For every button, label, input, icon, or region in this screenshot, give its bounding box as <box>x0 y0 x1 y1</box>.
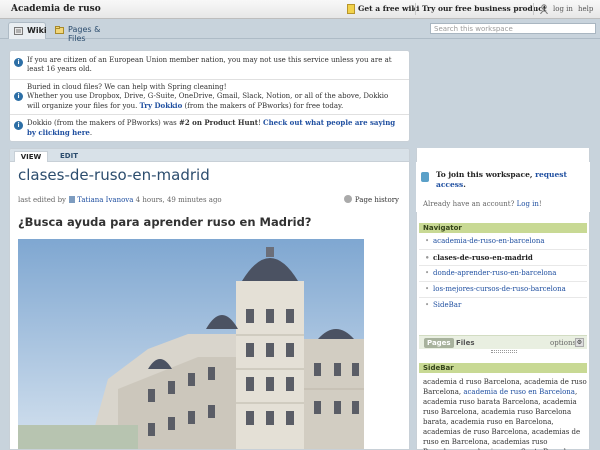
history-icon <box>343 195 352 203</box>
pages-files-bar: Pages Files options ⚙ <box>419 335 587 349</box>
last-edited-label: last edited by <box>18 196 67 204</box>
info-icon: i <box>14 121 23 130</box>
sidebar-text-part: , academia ruso barata Barcelona, academ… <box>423 388 581 450</box>
nav-item[interactable]: • SideBar <box>425 301 461 309</box>
nav-item[interactable]: • los-mejores-cursos-de-ruso-barcelona <box>425 285 566 293</box>
pages-toggle[interactable]: Pages <box>424 338 454 348</box>
join-icon <box>421 172 429 182</box>
tab-pages-files-label: Pages & Files <box>68 25 101 43</box>
join-pre: To join this workspace, <box>436 170 533 179</box>
wiki-tab-icon <box>14 27 23 35</box>
search-input[interactable]: Search this workspace <box>430 23 596 34</box>
notice-line: Buried in cloud files? We can help with … <box>27 83 227 91</box>
notice-line: Dokkio (from the makers of PBworks) was <box>27 119 177 127</box>
notice-text: Dokkio (from the makers of PBworks) was … <box>27 118 397 138</box>
nav-item-label: donde-aprender-ruso-en-barcelona <box>433 269 557 277</box>
editor-icon <box>69 196 76 203</box>
business-product-link[interactable]: Try our free business product <box>422 4 546 13</box>
notice-punct: ! <box>257 119 261 127</box>
sidebar-header[interactable]: SideBar <box>419 363 587 373</box>
editor-link[interactable]: Tatiana Ivanova <box>77 196 133 204</box>
notice-text: Buried in cloud files? We can help with … <box>27 83 397 111</box>
log-in-link[interactable]: log in <box>553 5 573 13</box>
divider <box>419 281 587 282</box>
nav-item-label: los-mejores-cursos-de-ruso-barcelona <box>433 285 566 293</box>
page-history-label: Page history <box>354 196 399 204</box>
divider <box>419 265 587 266</box>
navigator-header[interactable]: Navigator <box>419 223 587 233</box>
pages-tab-icon <box>55 26 64 34</box>
tab-pages-files[interactable]: Pages & Files <box>50 22 122 43</box>
tab-wiki[interactable]: Wiki <box>8 22 47 39</box>
notice-box: i If you are citizen of an European Unio… <box>9 50 410 142</box>
already-label: Already have an account? <box>423 200 515 208</box>
join-text: To join this workspace, request access. <box>436 170 586 190</box>
last-edited: last edited by Tatiana Ivanova 4 hours, … <box>18 196 222 204</box>
join-box: To join this workspace, request access. … <box>416 162 590 212</box>
edited-time: 4 hours, 49 minutes ago <box>135 196 222 204</box>
nav-item[interactable]: • donde-aprender-ruso-en-barcelona <box>425 269 556 277</box>
try-dokkio-link[interactable]: Try Dokkio <box>140 101 183 110</box>
info-icon: i <box>14 58 23 67</box>
page-title: clases-de-ruso-en-madrid <box>18 166 210 184</box>
notice-text: If you are citizen of an European Union … <box>27 56 392 73</box>
nav-item[interactable]: • academia-de-ruso-en-barcelona <box>425 237 545 245</box>
divider <box>415 3 416 15</box>
options-link[interactable]: options <box>550 339 576 347</box>
page-panel: VIEW EDIT clases-de-ruso-en-madrid last … <box>9 148 410 450</box>
files-toggle[interactable]: Files <box>456 339 475 347</box>
divider <box>419 249 587 250</box>
wiki-star-icon <box>347 4 355 14</box>
divider <box>419 297 587 298</box>
already-punct: ! <box>538 200 542 208</box>
nav-item-label: clases-de-ruso-en-madrid <box>433 253 533 262</box>
nav-item-current[interactable]: • clases-de-ruso-en-madrid <box>425 253 533 262</box>
sidebar-login-link[interactable]: Log in <box>517 200 539 208</box>
divider <box>533 3 534 15</box>
nav-item-label: academia-de-ruso-en-barcelona <box>433 237 545 245</box>
site-title[interactable]: Academia de ruso <box>11 4 101 14</box>
join-punct: . <box>463 180 466 189</box>
top-bar: Academia de ruso Get a free wiki Try our… <box>0 0 600 19</box>
page-history-link[interactable]: Page history <box>343 195 399 204</box>
sidebar-text: academia d ruso Barcelona, academia de r… <box>423 377 587 450</box>
get-free-wiki-link[interactable]: Get a free wiki <box>358 4 419 13</box>
building-photo <box>18 239 364 449</box>
page-tabs: VIEW EDIT <box>10 149 409 162</box>
nav-item-label: SideBar <box>433 301 462 309</box>
notice-bold: #2 on Product Hunt <box>179 118 258 127</box>
sidebar-link[interactable]: academia de ruso en Barcelona <box>463 388 575 396</box>
resize-grip[interactable] <box>491 350 517 353</box>
divider <box>10 79 409 80</box>
tab-view[interactable]: VIEW <box>14 151 48 162</box>
notice-punct: . <box>89 129 93 137</box>
tab-wiki-label: Wiki <box>27 26 47 35</box>
divider <box>10 114 409 115</box>
user-icon <box>540 4 548 14</box>
info-icon: i <box>14 92 23 101</box>
already-account: Already have an account? Log in! <box>423 200 542 208</box>
tab-edit[interactable]: EDIT <box>60 152 78 160</box>
gear-icon[interactable]: ⚙ <box>575 338 584 347</box>
page-heading: ¿Busca ayuda para aprender ruso en Madri… <box>18 215 312 229</box>
notice-line: (from the makers of PBworks) for free to… <box>184 102 344 110</box>
help-link[interactable]: help <box>578 5 593 13</box>
